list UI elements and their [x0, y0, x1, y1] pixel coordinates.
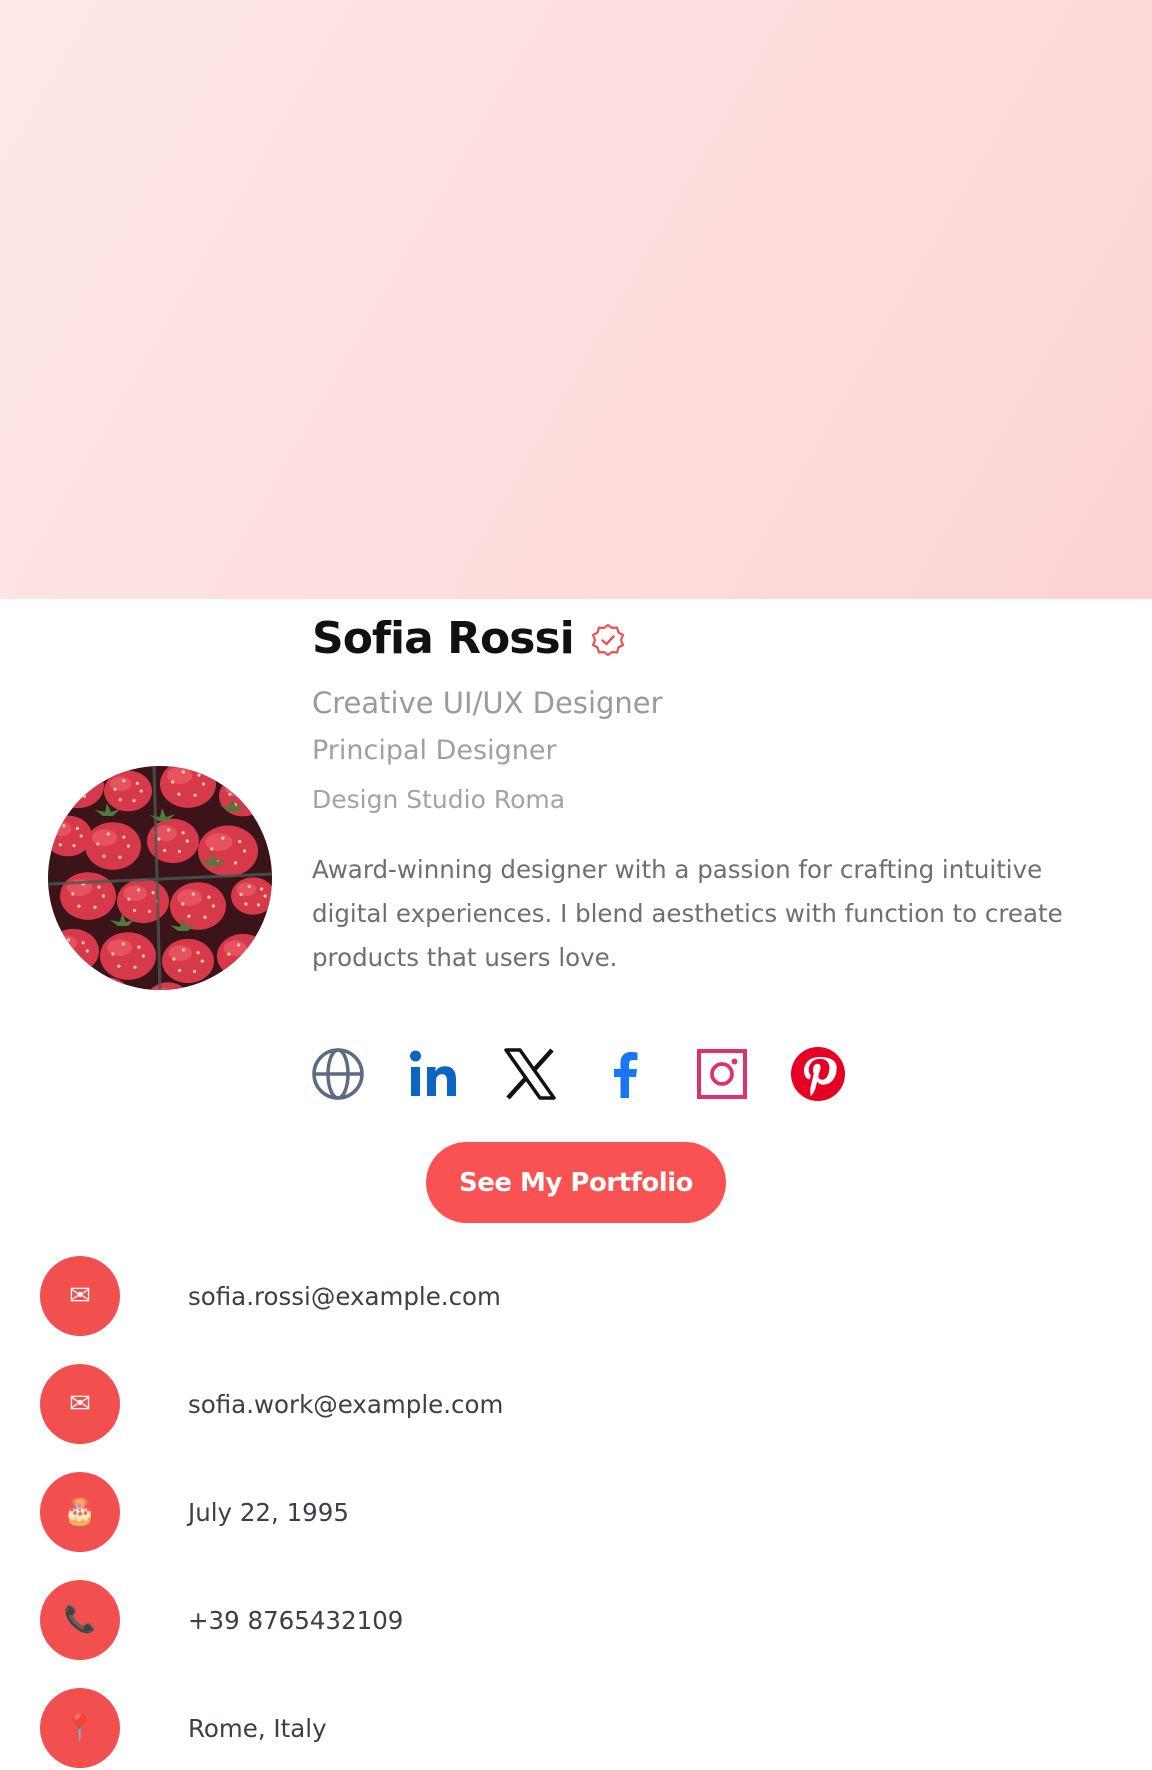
cover-banner	[0, 0, 1152, 599]
pinterest-icon	[791, 1047, 845, 1101]
pinterest-link[interactable]	[788, 1044, 848, 1104]
profile-company: Design Studio Roma	[312, 785, 566, 814]
contact-value: sofia.rossi@example.com	[188, 1281, 501, 1311]
linkedin-icon	[410, 1050, 456, 1096]
profile-headline: Creative UI/UX Designer	[312, 686, 663, 720]
verified-badge-icon	[591, 623, 624, 657]
avatar	[48, 766, 272, 990]
cake-icon: 🎂	[40, 1472, 120, 1552]
contact-value: Rome, Italy	[188, 1713, 327, 1743]
contact-value: +39 8765432109	[188, 1605, 404, 1635]
facebook-link[interactable]	[596, 1044, 656, 1104]
contact-value: sofia.work@example.com	[188, 1389, 504, 1419]
linkedin-link[interactable]	[404, 1044, 464, 1104]
phone-icon: 📞	[40, 1580, 120, 1660]
profile-bio: Award-winning designer with a passion fo…	[312, 855, 1063, 972]
x-link[interactable]	[500, 1044, 560, 1104]
instagram-icon	[697, 1049, 747, 1099]
pin-icon: 📍	[40, 1688, 120, 1768]
contact-value: July 22, 1995	[188, 1497, 349, 1527]
profile-role: Principal Designer	[312, 735, 557, 766]
x-icon	[504, 1048, 556, 1100]
contact-email-work[interactable]: ✉ sofia.work@example.com	[40, 1364, 503, 1444]
facebook-icon	[614, 1052, 638, 1098]
contact-birthday: 🎂 July 22, 1995	[40, 1472, 349, 1552]
mail-icon: ✉	[40, 1364, 120, 1444]
profile-name: Sofia Rossi	[312, 612, 575, 664]
contact-phone[interactable]: 📞 +39 8765432109	[40, 1580, 403, 1660]
mail-icon: ✉	[40, 1256, 120, 1336]
website-link[interactable]	[308, 1044, 368, 1104]
strawberries-image	[48, 766, 272, 990]
contact-email-primary[interactable]: ✉ sofia.rossi@example.com	[40, 1256, 501, 1336]
globe-icon	[312, 1048, 364, 1100]
social-links	[308, 1044, 884, 1104]
instagram-link[interactable]	[692, 1044, 752, 1104]
see-portfolio-button[interactable]: See My Portfolio	[426, 1142, 726, 1223]
contact-location: 📍 Rome, Italy	[40, 1688, 327, 1768]
